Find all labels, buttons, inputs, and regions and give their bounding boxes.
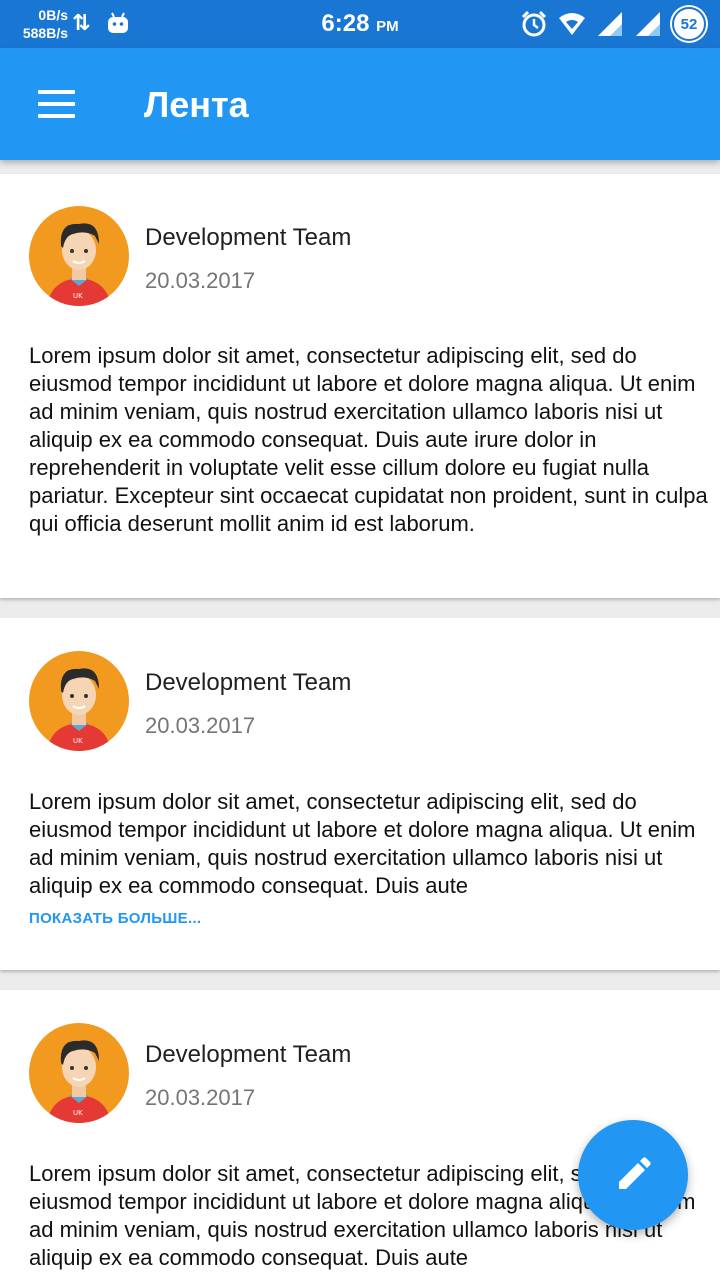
page-title: Лента [144, 84, 249, 125]
pencil-icon [619, 1157, 651, 1189]
feed-list[interactable]: UK Development Team 20.03.2017 Lorem ips… [0, 160, 720, 1280]
status-icons: 52 [520, 7, 706, 41]
avatar-illustration: UK [47, 668, 111, 751]
cell-signal-icon-2 [636, 12, 660, 36]
clock-time: 6:28 [321, 10, 370, 37]
status-bar: 0B/s 588B/s ⇅ 6:28 PM 52 [0, 0, 720, 48]
post-card[interactable]: UK Development Team 20.03.2017 Lorem ips… [0, 618, 720, 970]
cell-signal-icon [598, 12, 622, 36]
compose-fab-button[interactable] [578, 1120, 688, 1230]
show-more-link[interactable]: ПОКАЗАТЬ БОЛЬШЕ... [29, 910, 201, 927]
wifi-icon [559, 13, 585, 35]
post-author: Development Team [145, 224, 352, 251]
post-text: Lorem ipsum dolor sit amet, consectetur … [29, 789, 696, 898]
avatar: UK [29, 651, 129, 751]
avatar: UK [29, 1023, 129, 1123]
avatar-illustration: UK [47, 223, 111, 306]
avatar-illustration: UK [47, 1040, 111, 1123]
app-bar: Лента [0, 48, 720, 160]
avatar: UK [29, 206, 129, 306]
post-date: 20.03.2017 [145, 268, 256, 293]
post-author: Development Team [145, 669, 352, 696]
svg-text:UK: UK [73, 1109, 83, 1117]
post-author: Development Team [145, 1041, 352, 1068]
alarm-icon [521, 10, 547, 37]
svg-text:UK: UK [73, 292, 83, 300]
svg-text:UK: UK [73, 737, 83, 745]
post-date: 20.03.2017 [145, 1085, 256, 1110]
post-text: Lorem ipsum dolor sit amet, consectetur … [29, 343, 708, 536]
battery-level: 52 [672, 7, 706, 41]
post-date: 20.03.2017 [145, 713, 256, 738]
clock-ampm: PM [376, 18, 399, 35]
menu-icon[interactable] [26, 78, 86, 130]
post-card[interactable]: UK Development Team 20.03.2017 Lorem ips… [0, 174, 720, 598]
